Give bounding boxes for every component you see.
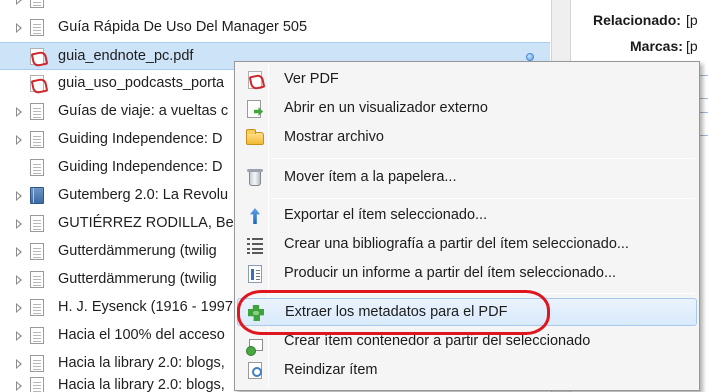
menu-item-label: Crear ítem contenedor a partir del selec… bbox=[284, 333, 591, 349]
item-title: H. J. Eysenck (1916 - 1997 bbox=[58, 299, 233, 315]
item-title: Gutterdämmerung (twilig bbox=[58, 271, 217, 287]
item-title: GUTIÉRREZ RODILLA, Ber bbox=[58, 215, 239, 231]
menu-separator bbox=[271, 158, 695, 159]
document-icon bbox=[30, 215, 44, 232]
document-icon bbox=[30, 271, 44, 288]
expand-twisty-icon[interactable] bbox=[16, 219, 22, 229]
document-icon bbox=[30, 377, 44, 392]
reindex-icon bbox=[246, 362, 264, 380]
expand-twisty-icon[interactable] bbox=[16, 247, 22, 257]
expand-twisty-icon[interactable] bbox=[16, 381, 22, 391]
attachment-status-dot bbox=[526, 53, 534, 61]
item-title: guia_endnote_pc.pdf bbox=[58, 48, 194, 64]
item-title: Guías de viaje: a vueltas c bbox=[58, 103, 229, 119]
item-title: Gutemberg 2.0: La Revolu bbox=[58, 187, 229, 203]
document-icon bbox=[30, 355, 44, 372]
pdf-icon bbox=[30, 48, 44, 65]
document-icon bbox=[30, 159, 44, 176]
report-icon bbox=[246, 265, 264, 283]
expand-twisty-icon[interactable] bbox=[16, 275, 22, 285]
document-icon bbox=[30, 131, 44, 148]
item-title: Hacia la library 2.0: blogs, bbox=[58, 377, 225, 392]
pdf-icon bbox=[246, 71, 264, 89]
menu-item-open-external[interactable]: Abrir en un visualizador externo bbox=[237, 95, 697, 123]
item-title: Guiding Independence: D bbox=[58, 131, 223, 147]
pdf-icon bbox=[30, 75, 44, 92]
document-icon bbox=[30, 327, 44, 344]
item-title: Hacia el 100% del acceso bbox=[58, 327, 225, 343]
menu-item-move-to-trash[interactable]: Mover ítem a la papelera... bbox=[237, 164, 697, 192]
menu-item-label: Ver PDF bbox=[284, 71, 339, 87]
item-title: Gutterdämmerung (twilig bbox=[58, 243, 217, 259]
list-item-partial[interactable] bbox=[0, 0, 550, 14]
tags-value[interactable]: [p bbox=[686, 38, 698, 54]
menu-separator bbox=[271, 198, 695, 199]
book-icon bbox=[30, 187, 44, 204]
expand-twisty-icon[interactable] bbox=[16, 0, 22, 5]
related-value[interactable]: [p bbox=[686, 12, 698, 28]
menu-item-label: Extraer los metadatos para el PDF bbox=[285, 304, 508, 320]
menu-item-label: Abrir en un visualizador externo bbox=[284, 100, 488, 116]
external-viewer-icon bbox=[246, 100, 264, 118]
export-icon bbox=[246, 207, 264, 225]
parent-item-icon bbox=[246, 333, 264, 356]
menu-item-view-pdf[interactable]: Ver PDF bbox=[237, 66, 697, 94]
menu-item-extract-pdf-metadata[interactable]: Extraer los metadatos para el PDF bbox=[237, 298, 697, 326]
item-title: guia_uso_podcasts_porta bbox=[58, 75, 225, 91]
expand-twisty-icon[interactable] bbox=[16, 331, 22, 341]
menu-item-label: Reindizar ítem bbox=[284, 362, 378, 378]
menu-item-label: Mover ítem a la papelera... bbox=[284, 169, 457, 185]
document-icon bbox=[30, 243, 44, 260]
menu-separator bbox=[271, 293, 695, 294]
item-title: Hacia la library 2.0: blogs, bbox=[58, 355, 225, 371]
bibliography-icon bbox=[246, 236, 264, 254]
document-icon bbox=[30, 103, 44, 120]
expand-twisty-icon[interactable] bbox=[16, 303, 22, 313]
menu-item-label: Exportar el ítem seleccionado... bbox=[284, 207, 488, 223]
menu-item-label: Mostrar archivo bbox=[284, 129, 384, 145]
trash-icon bbox=[246, 169, 264, 187]
menu-item-create-parent-item[interactable]: Crear ítem contenedor a partir del selec… bbox=[237, 328, 697, 356]
expand-twisty-icon[interactable] bbox=[16, 135, 22, 145]
menu-item-generate-report[interactable]: Producir un informe a partir del ítem se… bbox=[237, 260, 697, 288]
menu-item-reindex[interactable]: Reindizar ítem bbox=[237, 357, 697, 385]
context-menu: Ver PDF Abrir en un visualizador externo… bbox=[234, 61, 700, 391]
related-label: Relacionado: bbox=[593, 12, 681, 28]
folder-icon bbox=[246, 129, 264, 147]
menu-item-label: Crear una bibliografía a partir del ítem… bbox=[284, 236, 629, 252]
puzzle-icon bbox=[247, 304, 265, 322]
menu-item-show-file[interactable]: Mostrar archivo bbox=[237, 124, 697, 152]
expand-twisty-icon[interactable] bbox=[16, 191, 22, 201]
expand-twisty-icon[interactable] bbox=[16, 107, 22, 117]
item-title: Guía Rápida De Uso Del Manager 505 bbox=[58, 19, 308, 35]
document-icon bbox=[30, 19, 44, 36]
expand-twisty-icon[interactable] bbox=[16, 23, 22, 33]
expand-twisty-icon[interactable] bbox=[16, 359, 22, 369]
menu-item-export[interactable]: Exportar el ítem seleccionado... bbox=[237, 202, 697, 230]
menu-item-label: Producir un informe a partir del ítem se… bbox=[284, 265, 617, 281]
document-icon bbox=[30, 299, 44, 316]
list-item[interactable]: Guía Rápida De Uso Del Manager 505 bbox=[0, 14, 550, 42]
tags-label: Marcas: bbox=[630, 38, 683, 54]
menu-item-create-bibliography[interactable]: Crear una bibliografía a partir del ítem… bbox=[237, 231, 697, 259]
item-title: Guiding Independence: D bbox=[58, 159, 223, 175]
document-icon bbox=[30, 0, 44, 8]
